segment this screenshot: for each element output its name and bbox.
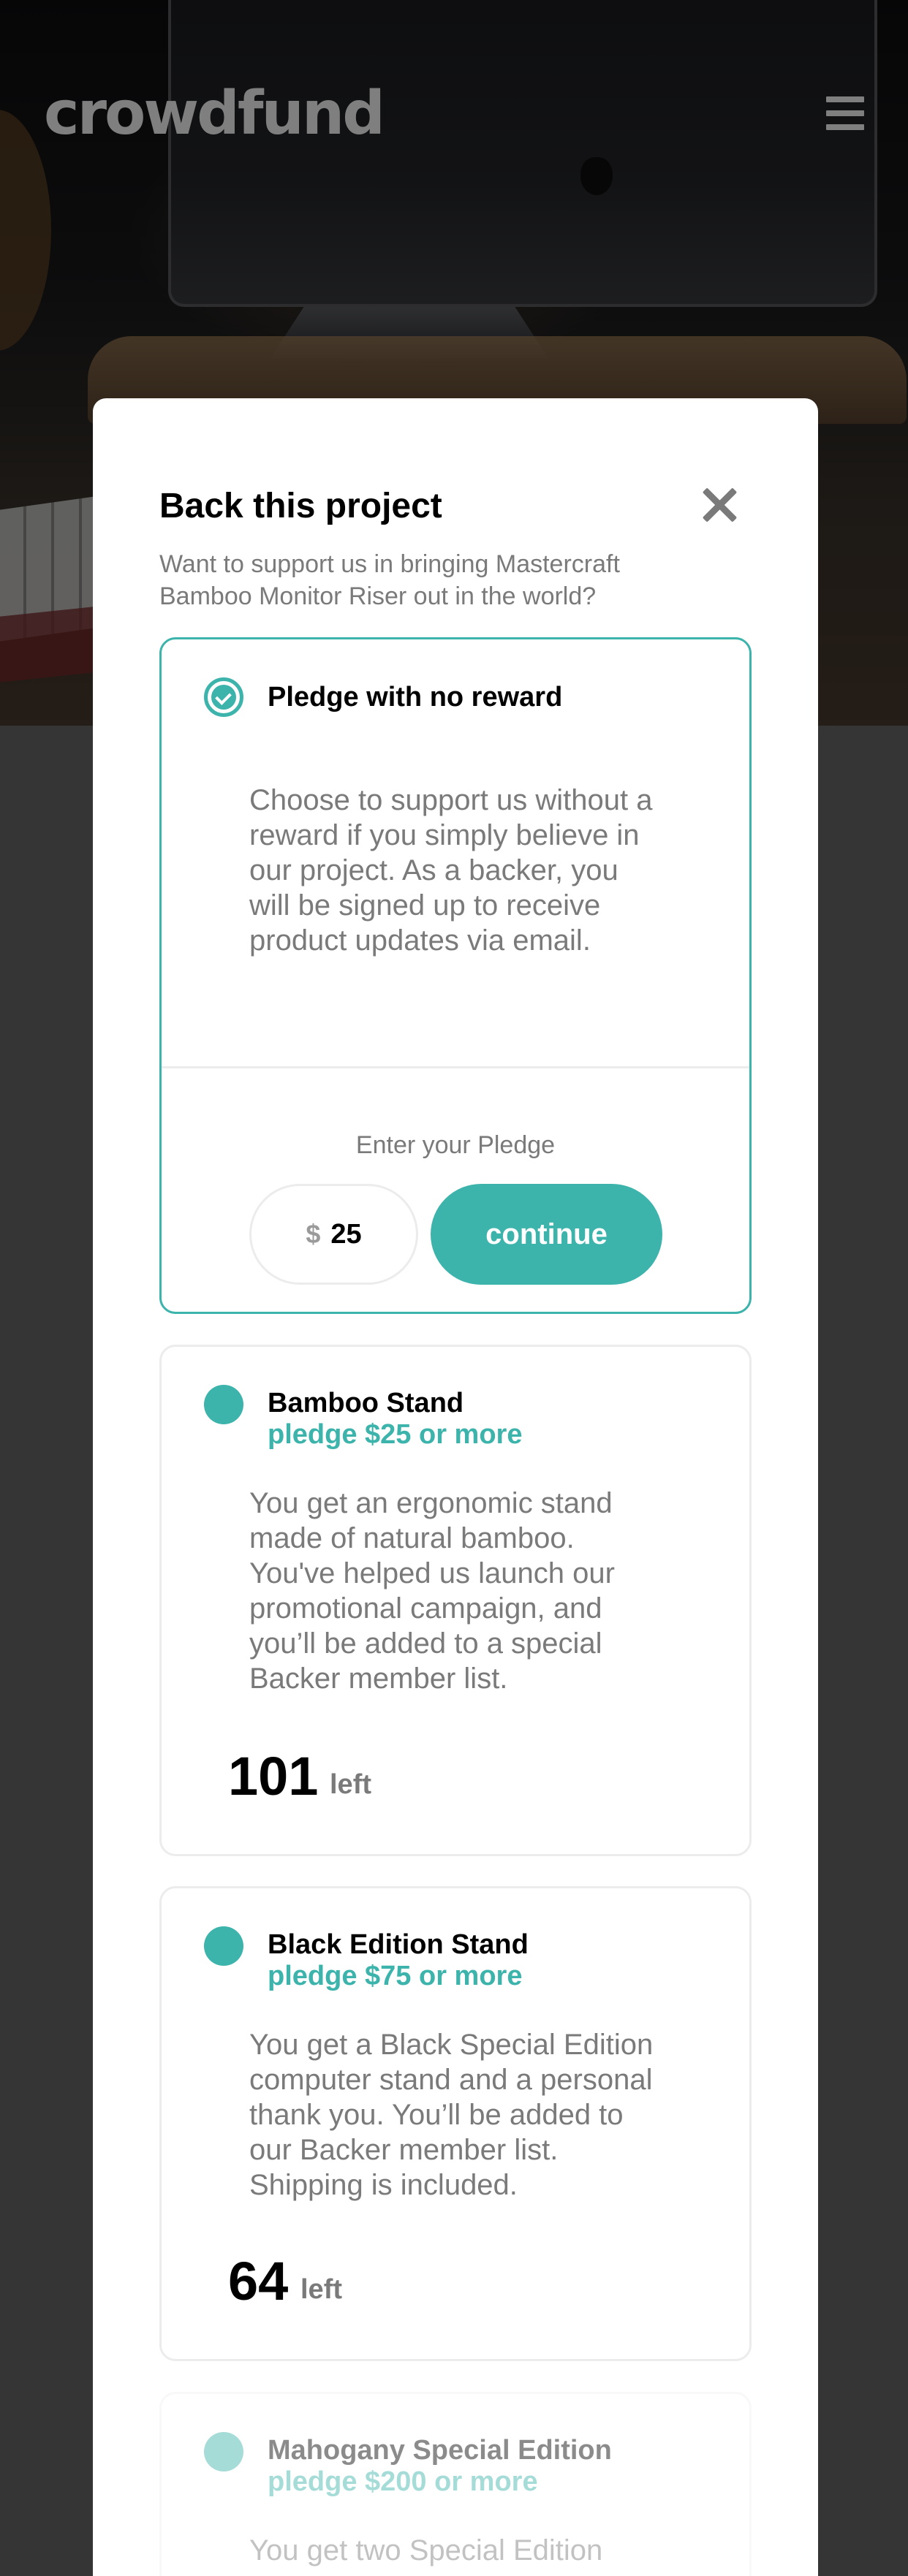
check-circle-icon[interactable] xyxy=(204,677,243,717)
currency-symbol: $ xyxy=(306,1219,321,1249)
check-circle-inner xyxy=(211,685,236,710)
reward-price: pledge $25 or more xyxy=(268,1419,523,1450)
pledge-amount-input[interactable]: $ 25 xyxy=(249,1184,418,1285)
reward-price: pledge $200 or more xyxy=(268,2466,538,2497)
continue-button[interactable]: continue xyxy=(431,1184,662,1285)
back-project-modal: Back this project Want to support us in … xyxy=(93,398,818,2576)
no-reward-title: Pledge with no reward xyxy=(268,682,563,713)
pledge-option-mahogany: Mahogany Special Edition pledge $200 or … xyxy=(159,2392,752,2576)
pledge-option-black-edition[interactable]: Black Edition Stand pledge $75 or more Y… xyxy=(159,1886,752,2361)
reward-left-count: 64 xyxy=(228,2251,289,2311)
modal-subtitle: Want to support us in bringing Mastercra… xyxy=(159,550,620,610)
radio-icon[interactable] xyxy=(204,1926,243,1966)
reward-description: You get two Special Edition xyxy=(249,2534,603,2566)
pledge-amount-value: 25 xyxy=(330,1218,362,1250)
reward-title: Black Edition Stand xyxy=(268,1929,529,1960)
close-icon[interactable] xyxy=(702,487,737,522)
reward-left-label: left xyxy=(330,1769,371,1800)
reward-title: Bamboo Stand xyxy=(268,1388,464,1418)
radio-icon[interactable] xyxy=(204,1385,243,1424)
reward-description: You get an ergonomic stand made of natur… xyxy=(249,1487,615,1695)
reward-description: You get a Black Special Edition computer… xyxy=(249,2029,654,2201)
pledge-divider xyxy=(162,1066,749,1068)
no-reward-description: Choose to support us without a reward if… xyxy=(249,784,653,957)
enter-pledge-label: Enter your Pledge xyxy=(355,1131,556,1159)
modal-title: Back this project xyxy=(159,487,442,525)
reward-price: pledge $75 or more xyxy=(268,1961,523,1991)
pledge-option-bamboo-stand[interactable]: Bamboo Stand pledge $25 or more You get … xyxy=(159,1345,752,1856)
reward-left-label: left xyxy=(300,2274,342,2305)
pledge-option-no-reward[interactable]: Pledge with no reward Choose to support … xyxy=(159,637,752,1314)
radio-icon xyxy=(204,2432,243,2471)
reward-left-count: 101 xyxy=(228,1746,319,1806)
reward-title: Mahogany Special Edition xyxy=(268,2435,612,2466)
